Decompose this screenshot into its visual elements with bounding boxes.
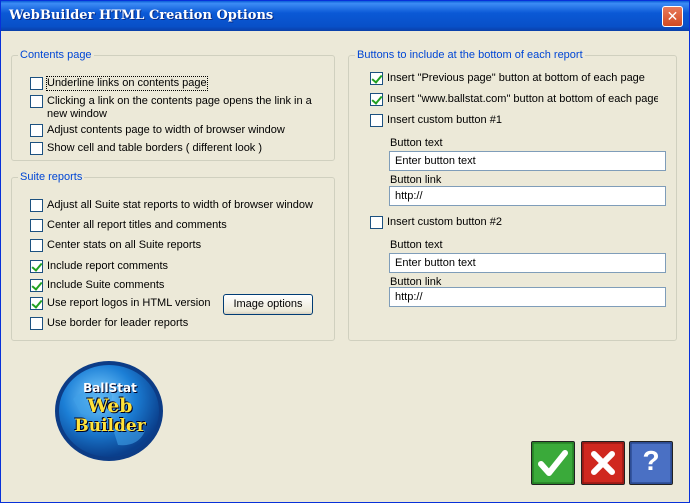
custom2-text-label: Button text	[390, 239, 443, 251]
option-show-borders[interactable]: Show cell and table borders ( different …	[30, 142, 330, 155]
option-adjust-suite-width[interactable]: Adjust all Suite stat reports to width o…	[30, 199, 314, 212]
x-icon	[582, 442, 624, 484]
previous-page-checkbox[interactable]	[370, 72, 383, 85]
cancel-button[interactable]	[581, 441, 625, 485]
title-bar[interactable]: WebBuilder HTML Creation Options ✕	[1, 1, 689, 31]
close-button[interactable]: ✕	[662, 6, 683, 27]
custom-button-1-checkbox[interactable]	[370, 114, 383, 127]
dialog-window: WebBuilder HTML Creation Options ✕ Conte…	[0, 0, 690, 503]
custom2-link-input[interactable]: http://	[389, 287, 666, 307]
buttons-group-legend: Buttons to include at the bottom of each…	[355, 49, 585, 61]
custom-button-2-checkbox[interactable]	[370, 216, 383, 229]
option-use-report-logos[interactable]: Use report logos in HTML version	[30, 297, 210, 310]
option-include-suite-comments[interactable]: Include Suite comments	[30, 279, 164, 292]
use-report-logos-checkbox[interactable]	[30, 297, 43, 310]
open-new-window-checkbox[interactable]	[30, 95, 43, 108]
custom1-text-label: Button text	[390, 137, 443, 149]
previous-page-label: Insert "Previous page" button at bottom …	[387, 72, 645, 84]
include-report-comments-checkbox[interactable]	[30, 260, 43, 273]
logo-text-web: Web	[87, 395, 133, 417]
custom-button-1-label: Insert custom button #1	[387, 114, 502, 126]
contents-page-legend: Contents page	[18, 49, 94, 61]
border-leader-reports-checkbox[interactable]	[30, 317, 43, 330]
include-report-comments-label: Include report comments	[47, 260, 169, 272]
checkmark-icon	[532, 442, 574, 484]
option-previous-page[interactable]: Insert "Previous page" button at bottom …	[370, 72, 658, 85]
ballstat-button-label: Insert "www.ballstat.com" button at bott…	[387, 93, 658, 105]
option-open-new-window[interactable]: Clicking a link on the contents page ope…	[30, 95, 320, 121]
option-border-leader-reports[interactable]: Use border for leader reports	[30, 317, 188, 330]
option-custom-button-1[interactable]: Insert custom button #1	[370, 114, 502, 127]
center-titles-checkbox[interactable]	[30, 219, 43, 232]
adjust-contents-width-checkbox[interactable]	[30, 124, 43, 137]
close-icon: ✕	[666, 8, 679, 24]
adjust-suite-width-label: Adjust all Suite stat reports to width o…	[47, 199, 313, 211]
option-include-report-comments[interactable]: Include report comments	[30, 260, 168, 273]
ballstat-button-checkbox[interactable]	[370, 93, 383, 106]
center-stats-checkbox[interactable]	[30, 239, 43, 252]
include-suite-comments-label: Include Suite comments	[47, 279, 165, 291]
ok-button[interactable]	[531, 441, 575, 485]
custom1-text-input[interactable]: Enter button text	[389, 151, 666, 171]
logo-text-builder: Builder	[74, 416, 146, 436]
custom2-text-input[interactable]: Enter button text	[389, 253, 666, 273]
ballstat-webbuilder-logo: BallStat Web Builder	[53, 359, 169, 463]
option-adjust-contents-width[interactable]: Adjust contents page to width of browser…	[30, 124, 330, 137]
help-button[interactable]: ?	[629, 441, 673, 485]
option-custom-button-2[interactable]: Insert custom button #2	[370, 216, 502, 229]
adjust-suite-width-checkbox[interactable]	[30, 199, 43, 212]
open-new-window-label: Clicking a link on the contents page ope…	[47, 95, 312, 120]
custom-button-2-label: Insert custom button #2	[387, 216, 502, 228]
adjust-contents-width-label: Adjust contents page to width of browser…	[47, 124, 285, 136]
image-options-button[interactable]: Image options	[223, 294, 313, 315]
center-titles-label: Center all report titles and comments	[47, 219, 227, 231]
custom1-link-label: Button link	[390, 174, 442, 186]
option-center-titles[interactable]: Center all report titles and comments	[30, 219, 227, 232]
suite-reports-legend: Suite reports	[18, 171, 85, 183]
use-report-logos-label: Use report logos in HTML version	[47, 297, 211, 309]
help-glyph: ?	[642, 445, 660, 476]
border-leader-reports-label: Use border for leader reports	[47, 317, 189, 329]
center-stats-label: Center stats on all Suite reports	[47, 239, 202, 251]
option-center-stats[interactable]: Center stats on all Suite reports	[30, 239, 201, 252]
window-title: WebBuilder HTML Creation Options	[9, 8, 274, 23]
underline-links-label: Underline links on contents page	[46, 76, 208, 91]
logo-text-ballstat: BallStat	[83, 381, 137, 395]
option-ballstat-button[interactable]: Insert "www.ballstat.com" button at bott…	[370, 93, 658, 106]
show-borders-checkbox[interactable]	[30, 142, 43, 155]
option-underline-links[interactable]: Underline links on contents page	[30, 76, 330, 91]
include-suite-comments-checkbox[interactable]	[30, 279, 43, 292]
custom1-link-input[interactable]: http://	[389, 186, 666, 206]
show-borders-label: Show cell and table borders ( different …	[47, 142, 263, 154]
underline-links-checkbox[interactable]	[30, 77, 43, 90]
